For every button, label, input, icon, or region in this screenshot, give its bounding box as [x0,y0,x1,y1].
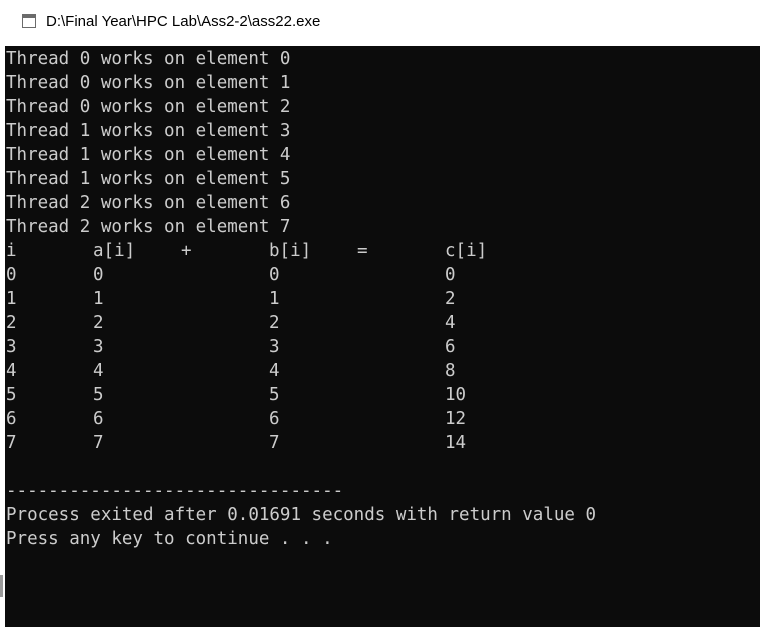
thread-line: Thread 1 works on element 3 [6,121,291,141]
cell-c: 4 [445,313,456,333]
header-c: c[i] [445,241,488,261]
thread-line: Thread 0 works on element 1 [6,73,291,93]
cell-b: 5 [269,385,280,405]
table-row: 4 4 4 8 [6,359,596,383]
exit-message: Process exited after 0.01691 seconds wit… [6,505,597,525]
console-window-icon[interactable] [22,14,36,28]
header-plus: + [181,241,192,261]
header-a: a[i] [93,241,136,261]
table-row: 1 1 1 2 [6,287,596,311]
continue-prompt: Press any key to continue . . . [6,529,333,549]
cell-b: 4 [269,361,280,381]
thread-line: Thread 0 works on element 0 [6,49,291,69]
header-b: b[i] [269,241,312,261]
cell-i: 0 [6,265,17,285]
window-title: D:\Final Year\HPC Lab\Ass2-2\ass22.exe [46,13,321,30]
cell-b: 6 [269,409,280,429]
header-i: i [6,241,17,261]
cell-a: 2 [93,313,104,333]
cell-c: 6 [445,337,456,357]
cell-b: 1 [269,289,280,309]
console-lines: Thread 0 works on element 0 Thread 0 wor… [6,47,596,551]
table-row: 0 0 0 0 [6,263,596,287]
table-row: 6 6 6 12 [6,407,596,431]
thread-line: Thread 0 works on element 2 [6,97,291,117]
cell-c: 14 [445,433,467,453]
cell-i: 1 [6,289,17,309]
cell-a: 3 [93,337,104,357]
cell-c: 2 [445,289,456,309]
thread-line: Thread 2 works on element 7 [6,217,291,237]
cell-i: 2 [6,313,17,333]
cell-b: 0 [269,265,280,285]
cell-i: 5 [6,385,17,405]
cell-c: 10 [445,385,467,405]
cell-i: 6 [6,409,17,429]
cell-i: 4 [6,361,17,381]
table-row: 7 7 7 14 [6,431,596,455]
thread-line: Thread 1 works on element 4 [6,145,291,165]
console-output[interactable]: Thread 0 works on element 0 Thread 0 wor… [5,46,760,627]
separator-line: -------------------------------- [6,481,344,501]
console-window: D:\Final Year\HPC Lab\Ass2-2\ass22.exe T… [0,0,760,627]
table-row: 3 3 3 6 [6,335,596,359]
cell-i: 7 [6,433,17,453]
edge-accent-lower [0,575,3,597]
cell-c: 12 [445,409,467,429]
cell-b: 3 [269,337,280,357]
cell-c: 8 [445,361,456,381]
cell-a: 4 [93,361,104,381]
cell-a: 6 [93,409,104,429]
header-equals: = [357,241,368,261]
table-row: 5 5 5 10 [6,383,596,407]
table-header: i a[i] + b[i] = c[i] [6,239,596,263]
cell-a: 0 [93,265,104,285]
table-row: 2 2 2 4 [6,311,596,335]
thread-line: Thread 2 works on element 6 [6,193,291,213]
cell-a: 1 [93,289,104,309]
cell-a: 5 [93,385,104,405]
title-bar[interactable]: D:\Final Year\HPC Lab\Ass2-2\ass22.exe [0,0,760,46]
thread-line: Thread 1 works on element 5 [6,169,291,189]
cell-i: 3 [6,337,17,357]
cell-b: 7 [269,433,280,453]
cell-b: 2 [269,313,280,333]
cell-c: 0 [445,265,456,285]
cell-a: 7 [93,433,104,453]
